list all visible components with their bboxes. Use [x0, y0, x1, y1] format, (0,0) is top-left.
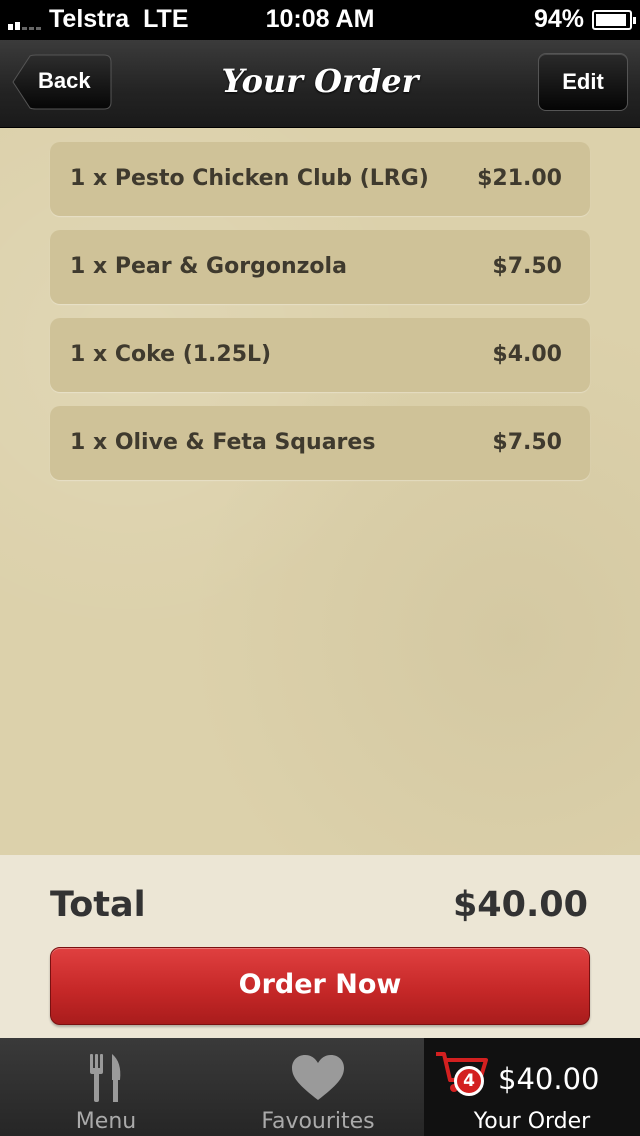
navigation-bar: Back Your Order Edit [0, 40, 640, 128]
item-price: $7.50 [492, 254, 562, 279]
tab-your-order-label: Your Order [473, 1109, 591, 1134]
cart-total: $40.00 [498, 1062, 600, 1096]
cart-count-badge: 4 [454, 1066, 484, 1096]
order-now-button[interactable]: Order Now [50, 947, 590, 1025]
fork-knife-icon [90, 1054, 121, 1102]
tab-favourites[interactable]: Favourites [212, 1038, 424, 1136]
tab-favourites-label: Favourites [261, 1109, 375, 1134]
item-name: 1 x Olive & Feta Squares [70, 430, 376, 455]
order-item[interactable]: 1 x Coke (1.25L) $4.00 [50, 318, 590, 392]
status-bar: Telstra LTE 10:08 AM 94% [0, 0, 640, 40]
total-value: $40.00 [452, 885, 588, 925]
battery-percent: 94% [533, 5, 584, 33]
status-right: 94% [533, 5, 636, 34]
order-list: 1 x Pesto Chicken Club (LRG) $21.00 1 x … [0, 128, 640, 855]
battery-fill [596, 13, 627, 26]
tab-bar: Menu Favourites 4 $40.00 Your Order [0, 1038, 640, 1136]
tab-your-order[interactable]: 4 $40.00 Your Order [424, 1038, 640, 1136]
order-item[interactable]: 1 x Pear & Gorgonzola $7.50 [50, 230, 590, 304]
item-price: $4.00 [492, 342, 562, 367]
item-name: 1 x Pesto Chicken Club (LRG) [70, 166, 429, 191]
tab-menu-label: Menu [75, 1109, 137, 1134]
battery-icon [592, 9, 636, 30]
tab-menu[interactable]: Menu [0, 1038, 212, 1136]
item-name: 1 x Coke (1.25L) [70, 342, 272, 367]
item-price: $21.00 [477, 166, 562, 191]
total-label: Total [50, 885, 146, 925]
heart-icon [292, 1055, 344, 1100]
item-price: $7.50 [492, 430, 562, 455]
item-name: 1 x Pear & Gorgonzola [70, 254, 347, 279]
edit-button[interactable]: Edit [538, 53, 628, 111]
order-item[interactable]: 1 x Pesto Chicken Club (LRG) $21.00 [50, 142, 590, 216]
order-summary: Total $40.00 Order Now [0, 855, 640, 1038]
order-item[interactable]: 1 x Olive & Feta Squares $7.50 [50, 406, 590, 480]
